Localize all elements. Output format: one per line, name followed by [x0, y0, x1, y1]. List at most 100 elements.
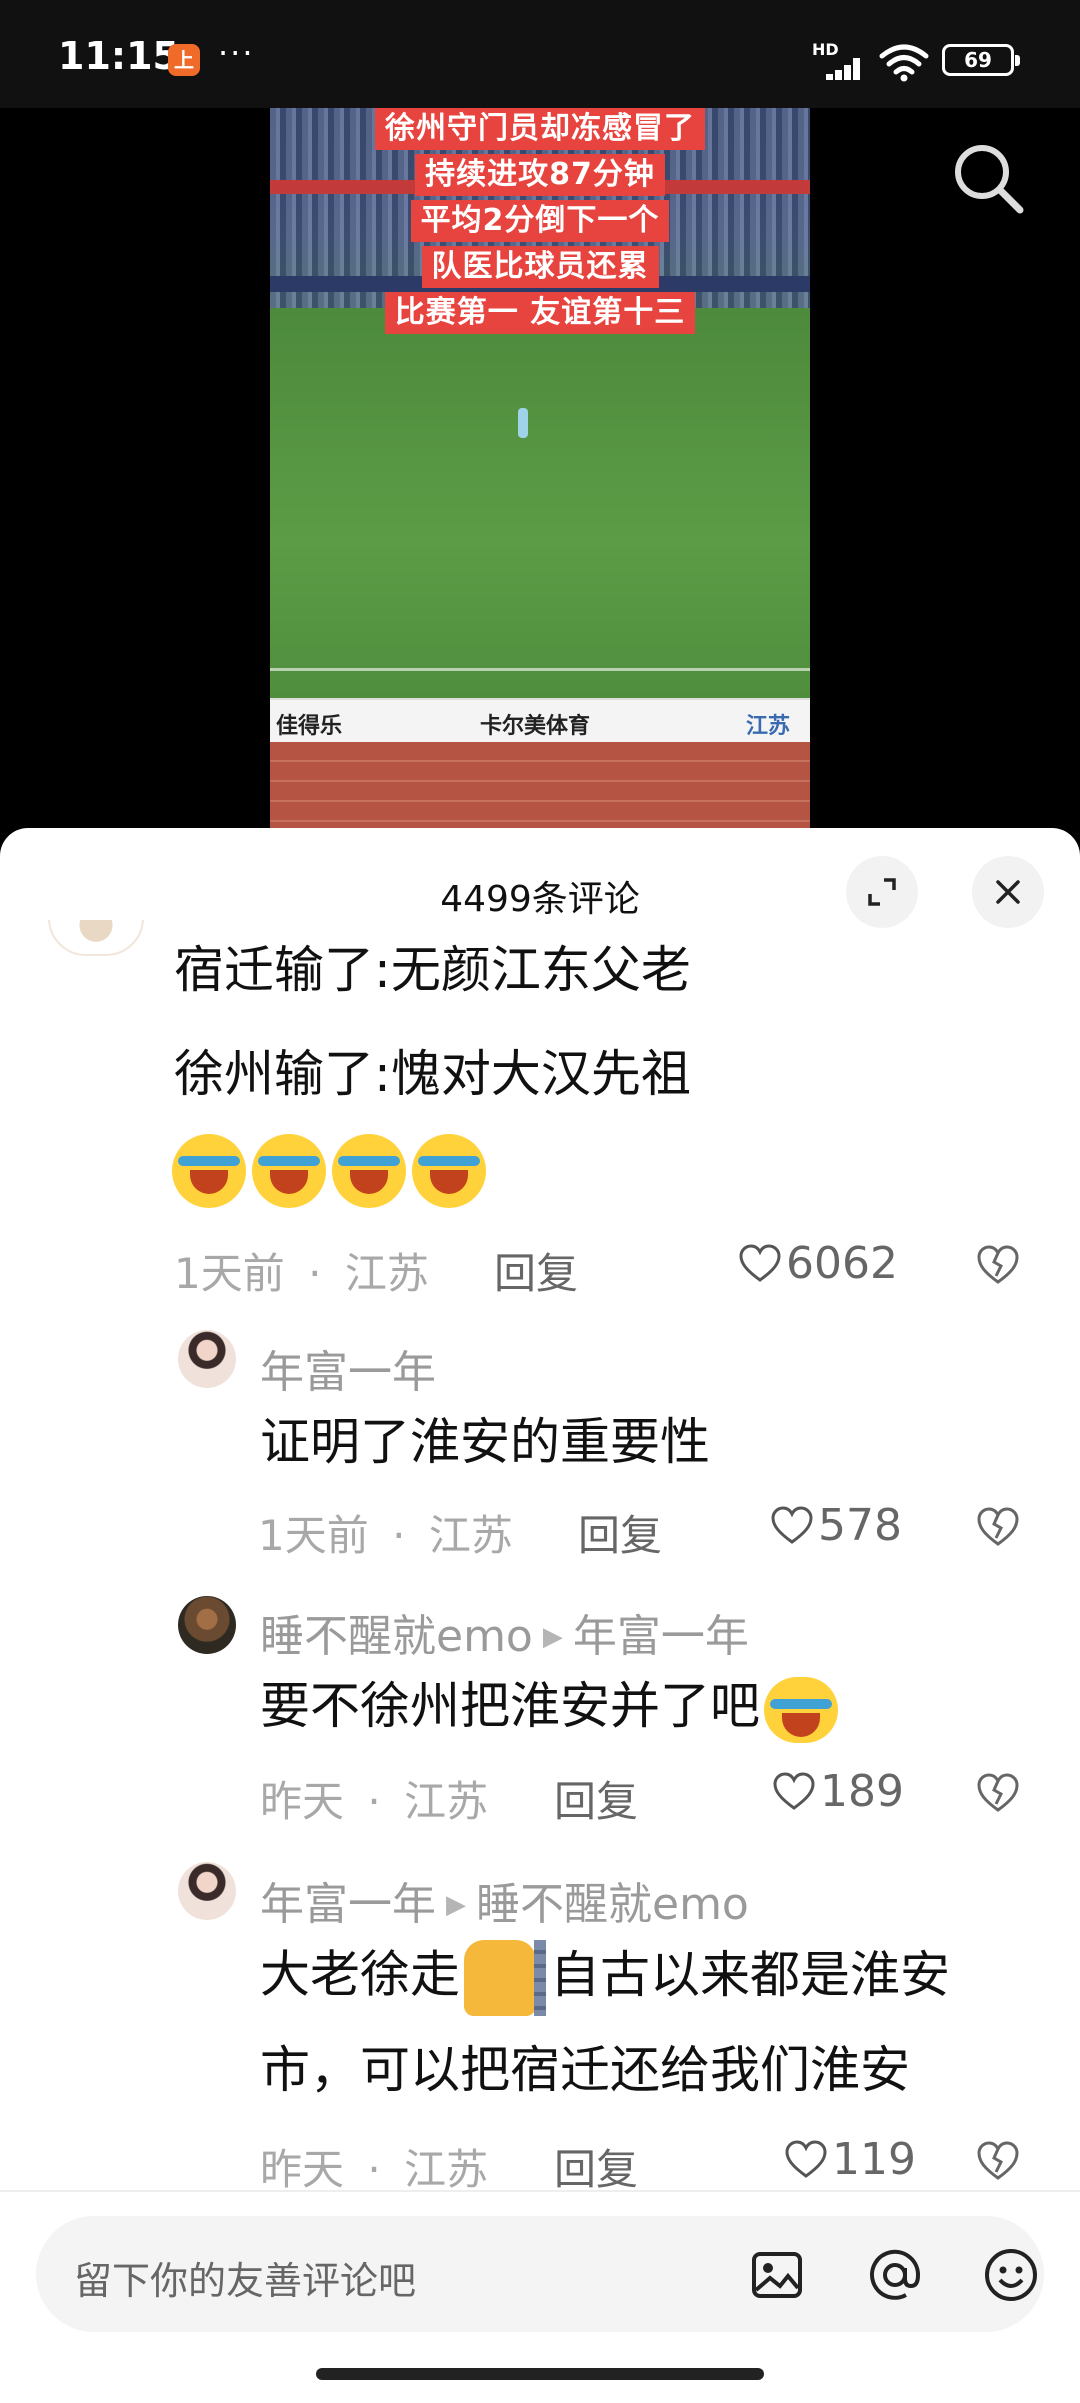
comment-meta: 1天前 · 江苏 [258, 1502, 513, 1563]
reply-button[interactable]: 回复 [578, 1502, 662, 1563]
comment-meta: 昨天 · 江苏 [260, 2136, 488, 2197]
reply-to-author[interactable]: 年富一年 [573, 1611, 749, 1662]
laugh-cry-emoji [252, 1134, 326, 1208]
comment-text: 徐州输了:愧对大汉先祖 [174, 1045, 691, 1103]
caption-line: 平均2分倒下一个 [410, 200, 670, 242]
comment-location: 江苏 [344, 1249, 429, 1298]
reply-to-author[interactable]: 睡不醒就emo [476, 1879, 749, 1930]
comment-meta: 1天前 · 江苏 [174, 1240, 429, 1301]
comment-author-line: 年富一年 ▶ 睡不醒就emo [260, 1868, 749, 1932]
emoji-icon[interactable] [982, 2246, 1040, 2304]
separator: · [308, 1249, 322, 1298]
reply-arrow-icon: ▶ [542, 1622, 563, 1652]
football-pitch [270, 308, 810, 698]
status-bar: 11:15 上 ··· HD 69 [0, 0, 1080, 108]
avatar[interactable] [178, 1862, 236, 1920]
cat-wall-emoji [464, 1940, 546, 2016]
comment-emojis [172, 1134, 492, 1208]
expand-icon [868, 878, 896, 906]
comment-text: 要不徐州把淮安并了吧 [260, 1677, 760, 1735]
dislike-icon[interactable] [976, 1506, 1020, 1548]
avatar[interactable] [48, 920, 144, 956]
comment-text-line: 大老徐走 自古以来都是淮安 [260, 1940, 950, 2016]
laugh-cry-emoji [332, 1134, 406, 1208]
close-button[interactable] [972, 856, 1044, 928]
status-more-icon: ··· [218, 34, 255, 72]
comment-text: 宿迁输了:无颜江东父老 [174, 941, 691, 999]
separator: · [367, 2145, 381, 2194]
image-icon[interactable] [748, 2246, 806, 2304]
caption-line: 比赛第一 友谊第十三 [384, 292, 696, 334]
comment-author[interactable]: 年富一年 [260, 1879, 436, 1930]
comment-text: 市，可以把宿迁还给我们淮安 [260, 2041, 910, 2099]
comment-time: 1天前 [258, 1511, 369, 1560]
laugh-cry-emoji [412, 1134, 486, 1208]
signal-icon [812, 58, 864, 80]
network-type-label: HD [812, 40, 839, 59]
goalkeeper-figure [518, 408, 528, 438]
laugh-cry-emoji [172, 1134, 246, 1208]
comment-text: 证明了淮安的重要性 [260, 1413, 710, 1471]
caption-line: 持续进攻87分钟 [415, 154, 665, 196]
caption-line: 徐州守门员却冻感冒了 [375, 108, 705, 150]
like-count: 578 [818, 1500, 902, 1551]
ad-jiangsu: 江苏 [746, 714, 791, 739]
heart-icon [739, 1244, 781, 1282]
separator: · [392, 1511, 406, 1560]
like-button[interactable]: 119 [784, 2134, 916, 2185]
comment-time: 1天前 [174, 1249, 285, 1298]
comment-input[interactable]: 留下你的友善评论吧 [36, 2216, 1044, 2332]
comment-input-placeholder: 留下你的友善评论吧 [74, 2259, 417, 2303]
video-captions: 徐州守门员却冻感冒了 持续进攻87分钟 平均2分倒下一个 队医比球员还累 比赛第… [270, 108, 810, 338]
reply-button[interactable]: 回复 [494, 1240, 578, 1301]
reply-arrow-icon: ▶ [446, 1890, 466, 1920]
dislike-icon[interactable] [976, 1772, 1020, 1814]
comment-location: 江苏 [428, 1511, 513, 1560]
heart-icon [771, 1506, 813, 1544]
comment-location: 江苏 [404, 2145, 489, 2194]
like-count: 6062 [786, 1238, 898, 1289]
heart-icon [773, 1772, 815, 1810]
comment-text: 大老徐走 [260, 1945, 460, 2004]
app-notification-icon: 上 [168, 44, 200, 76]
like-count: 189 [820, 1766, 904, 1817]
comment-location: 江苏 [404, 1777, 489, 1826]
home-indicator[interactable] [316, 2368, 764, 2380]
video-player[interactable]: 佳得乐 卡尔美体育 江苏 徐州守门员却冻感冒了 持续进攻87分钟 平均2分倒下一… [0, 108, 1080, 828]
comment-time: 昨天 [260, 1777, 345, 1826]
like-button[interactable]: 578 [770, 1500, 902, 1551]
comment-input-bar: 留下你的友善评论吧 [0, 2190, 1080, 2403]
like-button[interactable]: 189 [772, 1766, 904, 1817]
crying-emoji [764, 1676, 838, 1743]
at-icon[interactable] [866, 2246, 924, 2304]
reply-button[interactable]: 回复 [554, 2136, 638, 2197]
comment-meta: 昨天 · 江苏 [260, 1768, 488, 1829]
ad-kelme: 卡尔美体育 [480, 714, 591, 739]
dislike-icon[interactable] [976, 1244, 1020, 1286]
running-track [270, 742, 810, 828]
avatar[interactable] [178, 1330, 236, 1388]
comment-author[interactable]: 年富一年 [260, 1336, 436, 1400]
status-time: 11:15 [58, 34, 179, 78]
ad-board: 佳得乐 卡尔美体育 江苏 [270, 698, 810, 742]
expand-button[interactable] [846, 856, 918, 928]
separator: · [367, 1777, 381, 1826]
like-button[interactable]: 6062 [738, 1238, 898, 1289]
search-icon[interactable] [948, 138, 1028, 218]
caption-line: 队医比球员还累 [421, 246, 659, 288]
heart-icon [785, 2140, 827, 2178]
avatar[interactable] [178, 1596, 236, 1654]
pitch-line [270, 668, 810, 671]
like-count: 119 [832, 2134, 916, 2185]
wifi-icon [879, 44, 929, 82]
battery-indicator: 69 [942, 44, 1020, 76]
comments-count-title: 4499条评论 [440, 879, 640, 920]
ad-gatorade: 佳得乐 [276, 714, 343, 739]
dislike-icon[interactable] [976, 2140, 1020, 2182]
comment-text-line: 要不徐州把淮安并了吧 [260, 1674, 844, 1743]
video-frame[interactable]: 佳得乐 卡尔美体育 江苏 徐州守门员却冻感冒了 持续进攻87分钟 平均2分倒下一… [270, 108, 810, 828]
close-icon [996, 880, 1020, 904]
comment-author-line: 睡不醒就emo ▶ 年富一年 [260, 1600, 749, 1664]
reply-button[interactable]: 回复 [554, 1768, 638, 1829]
comment-author[interactable]: 睡不醒就emo [260, 1611, 533, 1662]
